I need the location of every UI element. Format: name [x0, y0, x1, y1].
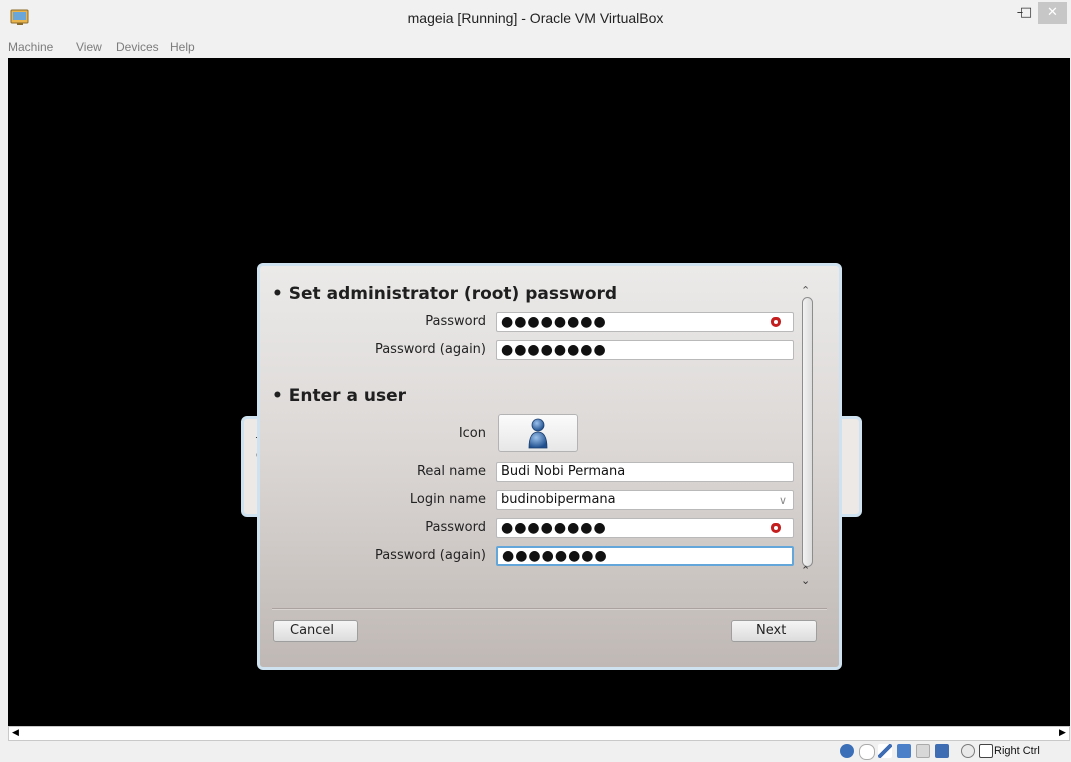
user-password-value: ●●●●●●●● — [501, 520, 607, 536]
scroll-right-icon[interactable]: ▶ — [1056, 727, 1069, 740]
scroll-up-icon[interactable]: ⌃ — [801, 284, 810, 297]
vertical-scrollbar[interactable] — [802, 297, 813, 567]
root-password-again-field[interactable]: ●●●●●●●● — [496, 340, 794, 360]
icon-label: Icon — [458, 426, 486, 441]
user-section-title: • Enter a user — [272, 386, 406, 406]
vm-display[interactable]: T C • Set administrator (root) password … — [8, 58, 1070, 726]
scroll-left-icon[interactable]: ◀ — [9, 727, 22, 740]
root-password-again-value: ●●●●●●●● — [501, 342, 607, 358]
host-key-label: Right Ctrl — [994, 745, 1040, 757]
mouse-integration-icon[interactable] — [961, 744, 975, 758]
root-password-label: Password — [425, 314, 486, 329]
hard-disk-icon[interactable] — [840, 744, 854, 758]
real-name-input[interactable]: Budi Nobi Permana — [496, 462, 794, 482]
user-password-again-field[interactable]: ●●●●●●●● — [496, 546, 794, 566]
menu-devices[interactable]: Devices — [116, 40, 159, 54]
user-icon-button[interactable] — [498, 414, 578, 452]
user-password-again-value: ●●●●●●●● — [502, 548, 608, 564]
weak-password-shield-icon — [771, 523, 781, 533]
usb-icon[interactable] — [878, 744, 892, 758]
root-password-section-title: • Set administrator (root) password — [272, 284, 618, 304]
menu-bar: Machine View Devices Help — [0, 38, 1071, 58]
cancel-button[interactable]: Cancel — [273, 620, 358, 642]
optical-drive-icon[interactable] — [859, 744, 875, 760]
real-name-label: Real name — [416, 464, 486, 479]
network-icon[interactable] — [897, 744, 911, 758]
user-password-field[interactable]: ●●●●●●●● — [496, 518, 794, 538]
horizontal-scrollbar[interactable]: ◀ ▶ — [8, 726, 1070, 741]
restore-button[interactable]: □ — [1015, 2, 1037, 24]
user-setup-dialog: • Set administrator (root) password Pass… — [257, 263, 842, 670]
menu-help[interactable]: Help — [170, 40, 195, 54]
window-title: mageia [Running] - Oracle VM VirtualBox — [407, 10, 664, 26]
close-button[interactable]: ✕ — [1038, 2, 1067, 24]
user-password-again-label: Password (again) — [374, 548, 486, 563]
root-password-again-label: Password (again) — [374, 342, 486, 357]
keyboard-capture-icon[interactable] — [979, 744, 993, 758]
menu-machine[interactable]: Machine — [8, 40, 53, 54]
login-name-value: budinobipermana — [501, 492, 616, 507]
chevron-down-icon[interactable]: ∨ — [779, 492, 787, 509]
shared-folders-icon[interactable] — [916, 744, 930, 758]
maximize-icon: □ — [1019, 5, 1033, 20]
next-button[interactable]: Next — [731, 620, 817, 642]
root-password-field[interactable]: ●●●●●●●● — [496, 312, 794, 332]
status-bar: Right Ctrl — [0, 741, 1071, 762]
title-bar: mageia [Running] - Oracle VM VirtualBox … — [0, 0, 1071, 39]
user-password-label: Password — [425, 520, 486, 535]
weak-password-shield-icon — [771, 317, 781, 327]
footer-divider — [272, 608, 827, 610]
login-name-combobox[interactable]: budinobipermana ∨ — [496, 490, 794, 510]
scroll-down-icon[interactable]: ⌃ ⌄ — [801, 565, 810, 586]
login-name-label: Login name — [409, 492, 486, 507]
menu-view[interactable]: View — [76, 40, 102, 54]
root-password-value: ●●●●●●●● — [501, 314, 607, 330]
user-avatar-icon — [528, 418, 548, 449]
display-icon[interactable] — [935, 744, 949, 758]
